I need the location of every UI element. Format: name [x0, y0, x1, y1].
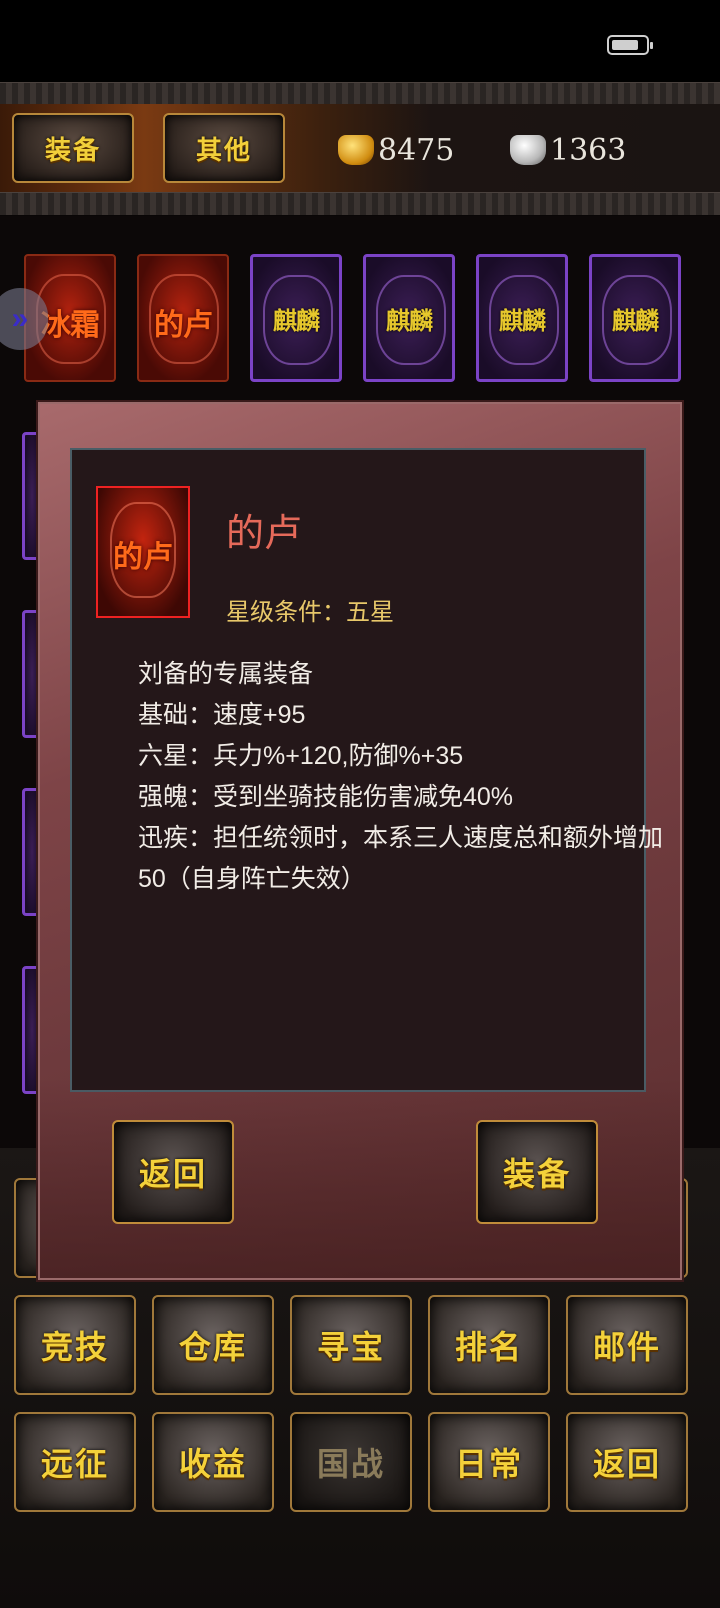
slot-qilin-3[interactable]: 麒麟 [476, 254, 568, 382]
description-line: 刘备的专属装备 [138, 660, 314, 688]
item-detail-panel: 的卢 的卢 星级条件：五星 刘备的专属装备 基础：速度+95 六星：兵力%+12… [70, 448, 664, 1092]
bottom-rail [0, 192, 720, 216]
tab-other[interactable]: 其他 [163, 113, 285, 183]
slot-dilu[interactable]: 的卢 [137, 254, 229, 382]
star-condition: 星级条件：五星 [226, 599, 394, 626]
silver-ingot-icon [510, 135, 546, 165]
silver-amount: 1363 [550, 132, 627, 168]
slot-label: 麒麟 [612, 308, 659, 335]
item-name: 的卢 [226, 513, 303, 555]
dialog-equip-button[interactable]: 装备 [476, 1120, 598, 1224]
double-chevron-right-icon: » [11, 302, 29, 335]
slot-qilin-1[interactable]: 麒麟 [250, 254, 342, 382]
menu-treasure-button[interactable]: 寻宝 [290, 1295, 412, 1395]
item-description: 刘备的专属装备 基础：速度+95 六星：兵力%+120,防御%+35 强魄：受到… [138, 654, 664, 900]
description-line: 迅疾：担任统领时，本系三人速度总和额外增加 [138, 824, 664, 852]
slot-qilin-2[interactable]: 麒麟 [363, 254, 455, 382]
menu-income-button[interactable]: 收益 [152, 1412, 274, 1512]
slot-label: 的卢 [154, 309, 213, 342]
menu-ranking-button[interactable]: 排名 [428, 1295, 550, 1395]
slot-qilin-4[interactable]: 麒麟 [589, 254, 681, 382]
item-detail-dialog: 的卢 的卢 星级条件：五星 刘备的专属装备 基础：速度+95 六星：兵力%+12… [38, 402, 682, 1280]
silver-display: 1363 [510, 130, 626, 170]
menu-warehouse-button[interactable]: 仓库 [152, 1295, 274, 1395]
menu-back-button[interactable]: 返回 [566, 1412, 688, 1512]
slot-label: 麒麟 [499, 308, 546, 335]
menu-arena-button[interactable]: 竞技 [14, 1295, 136, 1395]
menu-expedition-button[interactable]: 远征 [14, 1412, 136, 1512]
description-line: 强魄：受到坐骑技能伤害减免40% [138, 783, 514, 811]
slot-label: 麒麟 [273, 308, 320, 335]
top-rail [0, 82, 720, 106]
status-bar [0, 0, 720, 82]
tab-equipment[interactable]: 装备 [12, 113, 134, 183]
dialog-back-button[interactable]: 返回 [112, 1120, 234, 1224]
item-icon-label: 的卢 [113, 541, 173, 574]
description-line: 50（自身阵亡失效） [138, 865, 366, 893]
description-line: 基础：速度+95 [138, 701, 306, 729]
gold-display: 8475 [338, 130, 454, 170]
side-drawer-handle[interactable]: » [0, 288, 48, 350]
menu-mail-button[interactable]: 邮件 [566, 1295, 688, 1395]
slot-label: 麒麟 [386, 308, 433, 335]
menu-daily-button[interactable]: 日常 [428, 1412, 550, 1512]
item-icon: 的卢 [96, 486, 190, 618]
menu-national-war-button[interactable]: 国战 [290, 1412, 412, 1512]
gold-ingot-icon [338, 135, 374, 165]
description-line: 六星：兵力%+120,防御%+35 [138, 742, 464, 770]
battery-icon [607, 35, 653, 55]
gold-amount: 8475 [378, 132, 455, 168]
